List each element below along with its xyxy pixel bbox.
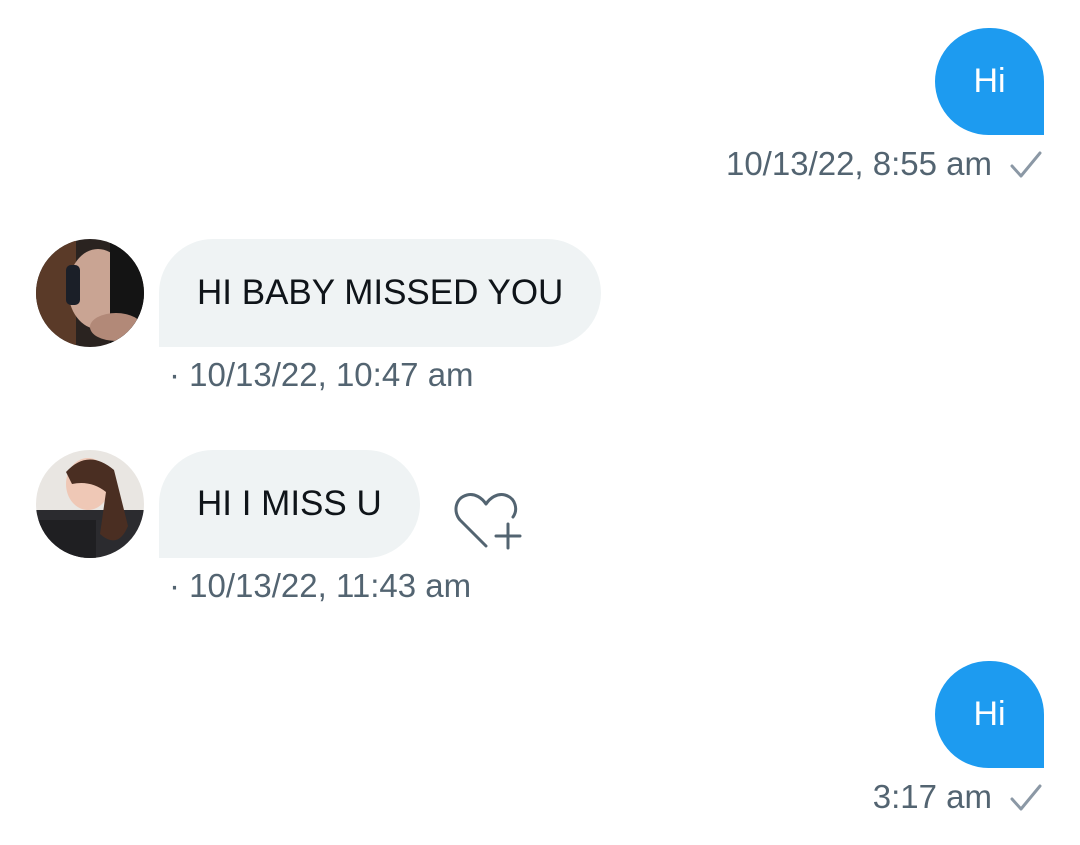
avatar-photo	[36, 239, 144, 347]
sent-message-bubble[interactable]: Hi	[935, 661, 1044, 768]
check-icon	[1010, 151, 1042, 178]
sent-message-bubble[interactable]: Hi	[935, 28, 1044, 135]
message-timestamp: · 10/13/22, 11:43 am	[169, 567, 472, 604]
avatar-photo	[36, 450, 144, 558]
avatar[interactable]	[36, 239, 144, 347]
message-text: HI BABY MISSED YOU	[197, 273, 564, 312]
message-text: HI I MISS U	[197, 484, 382, 523]
message-timestamp: · 10/13/22, 10:47 am	[169, 356, 474, 393]
avatar[interactable]	[36, 450, 144, 558]
received-message-bubble[interactable]: HI I MISS U	[159, 450, 420, 558]
heart-plus-icon[interactable]	[450, 490, 522, 554]
message-text: Hi	[973, 62, 1006, 100]
message-meta: 3:17 am	[873, 775, 1044, 819]
message-timestamp: 10/13/22, 8:55 am	[725, 145, 992, 182]
received-message-bubble[interactable]: HI BABY MISSED YOU	[159, 239, 602, 347]
message-meta: 10/13/22, 8:55 am	[726, 142, 1044, 186]
message-text: Hi	[973, 695, 1006, 733]
message-timestamp: 3:17 am	[872, 778, 992, 815]
check-icon	[1010, 784, 1042, 811]
